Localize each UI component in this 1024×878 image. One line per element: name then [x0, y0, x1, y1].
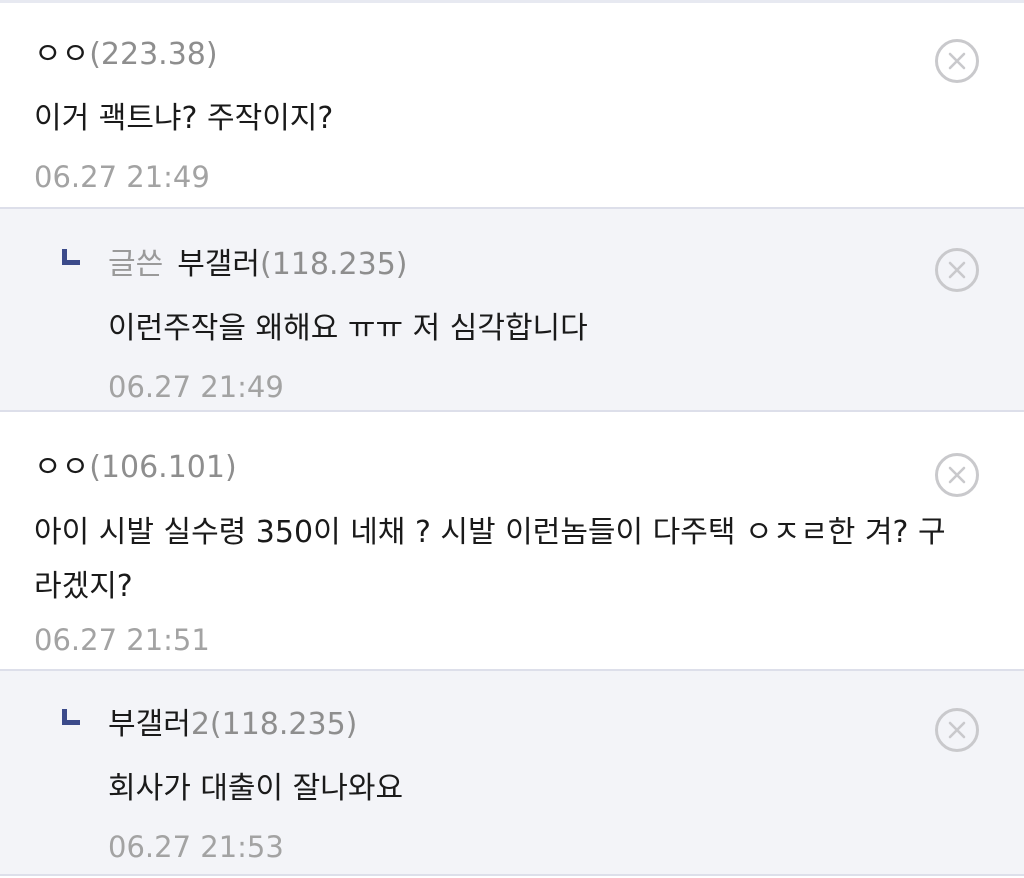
- author-badge: 글쓴: [108, 247, 164, 282]
- delete-comment-button[interactable]: [935, 248, 979, 292]
- comment-nickname[interactable]: ㅇㅇ: [34, 37, 89, 72]
- comment-nickname[interactable]: 부갤러: [177, 247, 260, 282]
- comment-ip: (106.101): [89, 450, 237, 485]
- comment-item: ㅇㅇ(106.101) 아이 시발 실수령 350이 네채 ? 시발 이런놈들이…: [0, 412, 1024, 671]
- comment-ip: (118.235): [260, 247, 408, 282]
- reply-item: 글쓴 부갤러(118.235) 이런주작을 왜해요 ㅠㅠ 저 심각합니다 06.2…: [0, 209, 1024, 412]
- comment-nickname[interactable]: ㅇㅇ: [34, 450, 89, 485]
- comment-header: ㅇㅇ(106.101): [34, 448, 1024, 488]
- comment-timestamp: 06.27 21:49: [34, 160, 210, 194]
- delete-comment-button[interactable]: [935, 708, 979, 752]
- reply-arrow-icon: [62, 709, 80, 725]
- comment-text: 회사가 대출이 잘나와요: [108, 771, 404, 806]
- comment-header: 글쓴 부갤러(118.235): [108, 245, 1024, 285]
- comment-text: 이런주작을 왜해요 ㅠㅠ 저 심각합니다: [108, 311, 588, 346]
- close-icon: [948, 466, 966, 484]
- delete-comment-button[interactable]: [935, 39, 979, 83]
- comment-nickname[interactable]: 부갤러: [108, 707, 191, 742]
- close-icon: [948, 721, 966, 739]
- comment-timestamp: 06.27 21:49: [108, 370, 284, 404]
- comment-timestamp: 06.27 21:53: [108, 830, 284, 864]
- comment-timestamp: 06.27 21:51: [34, 623, 210, 657]
- comment-ip: 2(118.235): [190, 707, 358, 742]
- reply-arrow-icon: [62, 249, 80, 265]
- close-icon: [948, 52, 966, 70]
- comment-ip: (223.38): [89, 37, 218, 72]
- reply-item: 부갤러2(118.235) 회사가 대출이 잘나와요 06.27 21:53: [0, 671, 1024, 876]
- comment-text: 이거 괙트냐? 주작이지?: [34, 101, 334, 136]
- comment-text: 아이 시발 실수령 350이 네채 ? 시발 이런놈들이 다주택 ㅇㅈㄹ한 겨?…: [34, 515, 946, 604]
- close-icon: [948, 261, 966, 279]
- comment-header: ㅇㅇ(223.38): [34, 35, 1024, 75]
- delete-comment-button[interactable]: [935, 453, 979, 497]
- comment-header: 부갤러2(118.235): [108, 705, 1024, 745]
- comment-item: ㅇㅇ(223.38) 이거 괙트냐? 주작이지? 06.27 21:49: [0, 3, 1024, 209]
